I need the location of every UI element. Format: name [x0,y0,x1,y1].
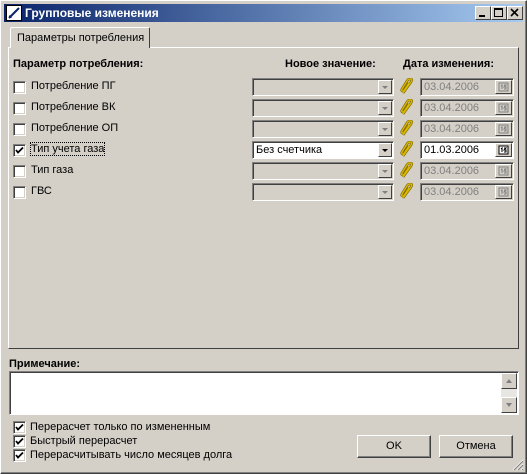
checkmark-icon [15,451,24,459]
option-label: Быстрый перерасчет [30,435,138,447]
tab-panel [8,47,519,349]
close-button[interactable] [507,6,523,20]
note-scrollbar[interactable] [501,373,517,413]
maximize-button[interactable] [491,6,507,20]
option-checkbox[interactable] [13,421,26,434]
option-checkbox[interactable] [13,449,26,462]
close-icon [510,8,519,17]
app-icon [6,5,22,21]
note-label: Примечание: [9,358,81,370]
chevron-down-icon [506,403,512,407]
resize-grip-icon[interactable] [512,459,524,471]
cancel-button[interactable]: Отмена [439,435,513,458]
option-label: Перерасчитывать число месяцев долга [30,449,233,461]
dialog-window: Групповые изменения Параметры потреблени… [0,0,527,474]
option-checkbox[interactable] [13,435,26,448]
tab-label: Параметры потребления [17,32,145,44]
tab-consumption-params[interactable]: Параметры потребления [10,27,150,48]
scroll-down-button[interactable] [501,397,517,413]
note-textarea[interactable] [9,371,519,415]
checkmark-icon [15,423,24,431]
title-bar[interactable]: Групповые изменения [4,4,523,22]
window-title: Групповые изменения [25,6,159,20]
scroll-up-button[interactable] [501,373,517,389]
checkmark-icon [15,437,24,445]
minimize-button[interactable] [475,6,491,20]
maximize-icon [494,8,503,17]
chevron-up-icon [506,379,512,383]
ok-button[interactable]: OK [357,435,431,458]
minimize-icon [479,15,485,17]
option-label: Перерасчет только по измененным [30,421,211,433]
